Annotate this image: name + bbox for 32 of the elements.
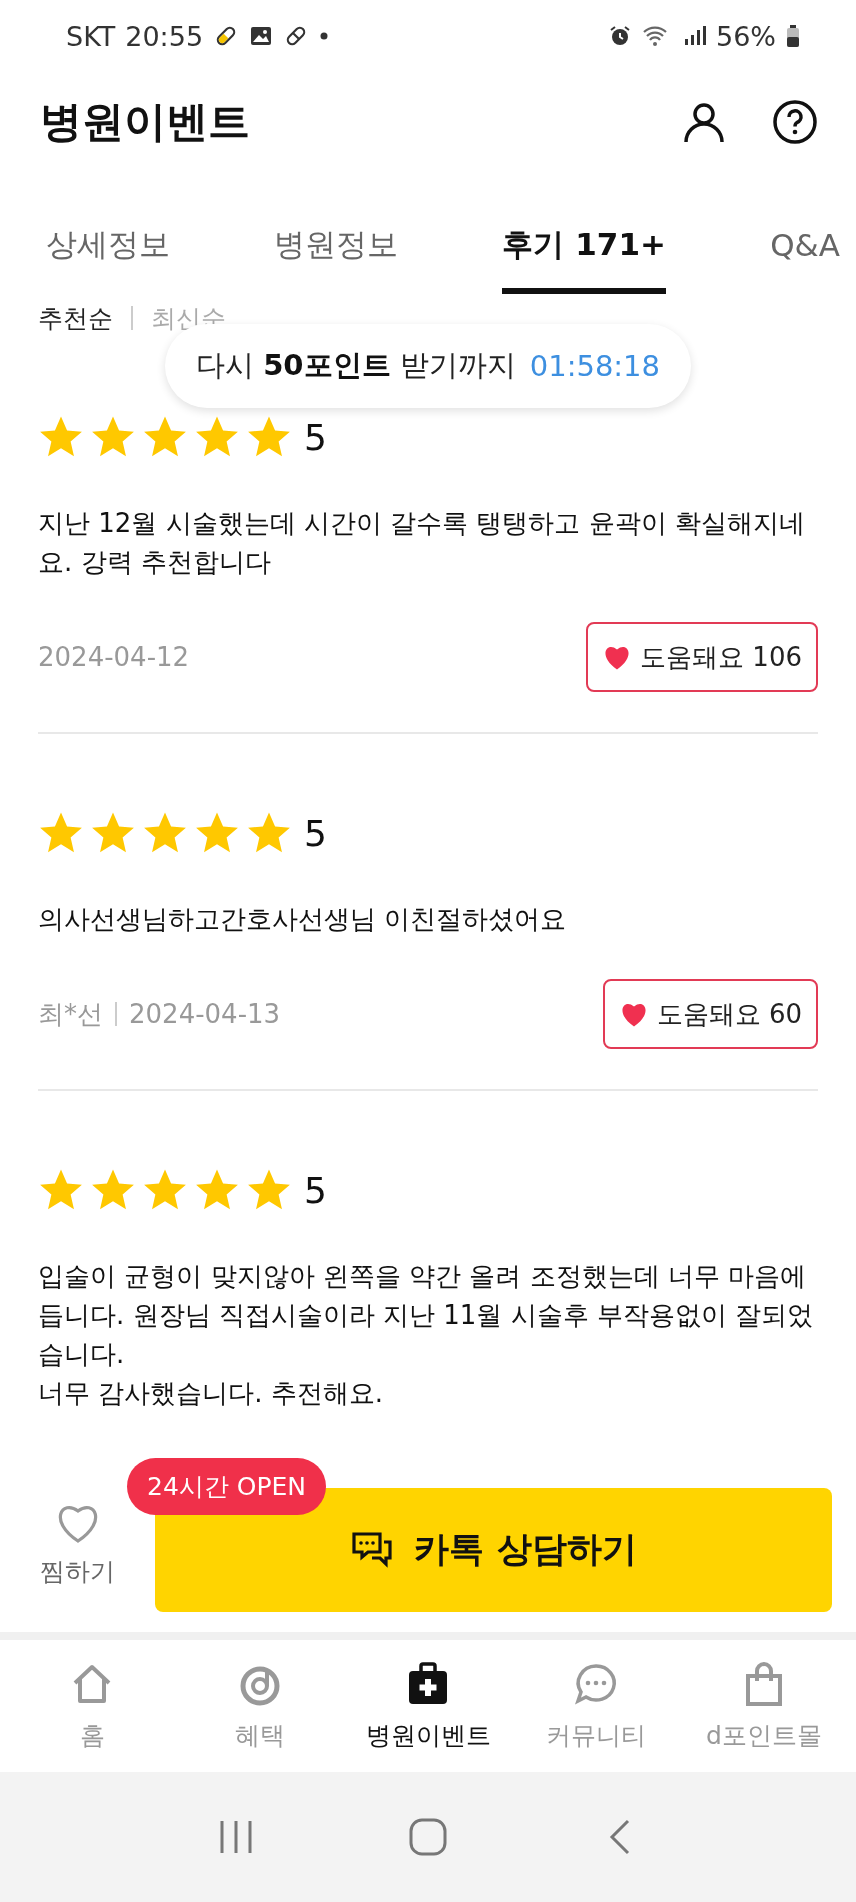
rating-score: 5 <box>304 416 327 458</box>
tab[interactable]: 병원정보 <box>274 172 399 294</box>
tab[interactable]: 후기 171+ <box>502 172 666 294</box>
page-title: 병원이벤트 <box>40 96 251 148</box>
review-date: 2024-04-13 <box>129 999 281 1029</box>
dot-icon <box>319 31 330 41</box>
tab[interactable]: Q&A <box>770 172 840 294</box>
countdown-timer: 01:58:18 <box>529 349 660 383</box>
review-text: 입술이 균형이 맞지않아 왼쪽을 약간 올려 조정했는데 너무 마음에 듭니다. 원장님 직접시술이라 지난 11월 시술후 부작용없이 잘되었습니다. 너무 감사했습니다. 추전해요. <box>38 1260 815 1410</box>
wishlist-button[interactable]: 찜하기 <box>40 1501 115 1588</box>
battery-percent: 56% <box>716 20 776 52</box>
signal-icon <box>682 24 706 48</box>
helpful-button[interactable]: 도움돼요 60 <box>602 979 818 1049</box>
home-button-icon[interactable] <box>408 1817 448 1857</box>
rating-score: 5 <box>304 812 327 854</box>
carrier: SKT <box>66 20 116 52</box>
alarm-icon <box>608 24 632 48</box>
tab[interactable]: 상세정보 <box>46 172 170 294</box>
review-text: 의사선생님하고간호사선생님 이친절하셨어요 <box>38 903 568 936</box>
help-icon[interactable] <box>772 99 818 145</box>
nav-item[interactable]: 병원이벤트 <box>344 1660 512 1752</box>
review-author: 최*선 <box>38 997 103 1031</box>
battery-icon <box>786 24 800 48</box>
review-text: 지난 12월 시술했는데 시간이 갈수록 탱탱하고 윤곽이 확실해지네요. 강력 추천합니다 <box>38 507 806 579</box>
open-badge: 24시간 OPEN <box>127 1457 326 1515</box>
helpful-button[interactable]: 도움돼요 106 <box>586 622 818 692</box>
sort-option[interactable]: 추천순 <box>38 301 113 335</box>
image-icon <box>249 24 274 48</box>
toast-text: 다시 50포인트 받기까지 <box>195 347 516 384</box>
clock: 20:55 <box>125 20 204 52</box>
review-date: 2024-04-12 <box>38 642 190 672</box>
rating-score: 5 <box>304 1169 327 1211</box>
